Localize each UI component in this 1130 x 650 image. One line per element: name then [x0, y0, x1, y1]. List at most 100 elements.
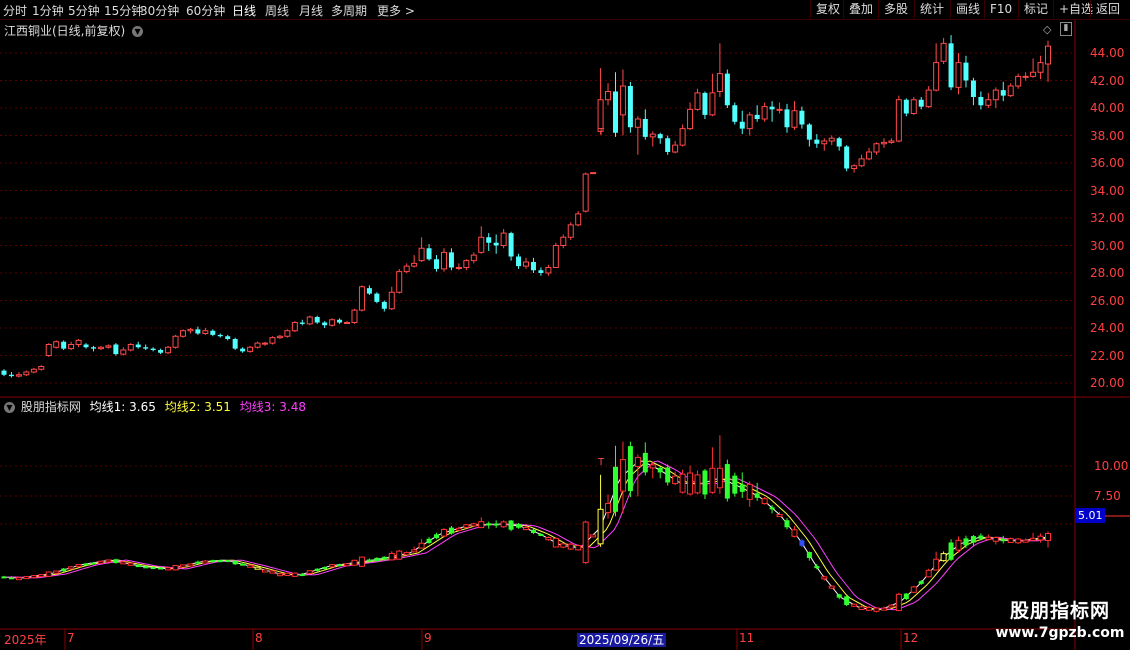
candle-body	[381, 301, 387, 309]
candle-body	[388, 291, 395, 310]
indicator-bar	[627, 446, 633, 492]
chevron-down-icon[interactable]: ▼	[132, 26, 144, 37]
candle-body	[314, 317, 320, 323]
candle-body	[150, 348, 156, 350]
candle-body	[374, 293, 380, 302]
period-tab-6[interactable]: 日线	[232, 2, 256, 19]
candle-body	[784, 109, 790, 128]
candle-body	[500, 232, 507, 246]
indicator-bar	[120, 561, 127, 565]
indicator-bar	[202, 560, 209, 564]
candle-body	[411, 262, 418, 267]
candle-body	[217, 334, 223, 337]
indicator-bar	[918, 581, 924, 584]
period-tab-4[interactable]: 30分钟	[140, 2, 179, 19]
candle-body	[240, 348, 246, 352]
candle-body	[724, 73, 730, 106]
indicator-tick-1: 7.50	[1094, 489, 1121, 503]
toolbar-action-3[interactable]: 统计	[914, 0, 949, 19]
indicator-bar	[105, 559, 112, 563]
indicator-bar	[925, 569, 932, 578]
candle-body	[523, 261, 529, 267]
candle-body	[403, 265, 410, 273]
indicator-bar	[821, 576, 828, 580]
indicator-bar	[381, 556, 387, 560]
period-tab-3[interactable]: 15分钟	[104, 2, 143, 19]
price-tick-4: 36.00	[1090, 156, 1125, 170]
toolbar-action-0[interactable]: 复权	[810, 0, 845, 19]
candle-body	[880, 141, 887, 145]
indicator-bar	[314, 568, 320, 571]
candle-body	[434, 259, 440, 269]
candle-body	[247, 346, 254, 352]
candle-body	[754, 114, 760, 119]
candle-body	[1030, 71, 1037, 77]
candle-body	[105, 345, 112, 348]
indicator-bar	[910, 586, 917, 593]
price-tick-1: 42.00	[1090, 73, 1125, 88]
indicator-bar	[791, 529, 798, 537]
indicator-bar	[127, 562, 134, 566]
indicator-bar	[724, 464, 730, 499]
indicator-bar	[1, 576, 7, 579]
toolbar-action-2[interactable]: 多股	[878, 0, 913, 19]
indicator-bar	[776, 514, 783, 518]
price-tick-11: 22.00	[1090, 348, 1125, 363]
candle-body	[23, 371, 30, 376]
indicator-bar	[68, 566, 75, 570]
indicator-bar	[187, 563, 194, 567]
indicator-bar	[851, 603, 858, 607]
candle-body	[143, 347, 149, 349]
indicator-bar	[61, 568, 67, 572]
indicator-bar	[828, 585, 835, 589]
candle-body	[448, 252, 454, 268]
candle-body	[955, 62, 962, 88]
indicator-bar	[634, 456, 641, 467]
period-tab-8[interactable]: 月线	[299, 2, 323, 19]
candle-body	[866, 151, 873, 160]
settings-circle-icon[interactable]: ▼	[4, 402, 15, 413]
period-tab-7[interactable]: 周线	[265, 2, 289, 19]
toolbar-action-6[interactable]: 标记	[1018, 0, 1053, 19]
period-tab-5[interactable]: 60分钟	[186, 2, 225, 19]
price-tick-3: 38.00	[1090, 128, 1125, 143]
watermark: 股朋指标网 www.7gpzb.com	[990, 596, 1130, 650]
candle-body	[910, 99, 917, 114]
period-tab-2[interactable]: 5分钟	[68, 2, 100, 19]
toolbar-action-5[interactable]: F10	[984, 0, 1017, 19]
panel-toggle-icon[interactable]: ▮	[1060, 22, 1072, 36]
candle-body	[545, 267, 552, 274]
period-tab-1[interactable]: 1分钟	[32, 2, 64, 19]
indicator-bar	[761, 498, 768, 505]
indicator-bar	[702, 470, 708, 495]
toolbar-action-8[interactable]: 返回	[1090, 0, 1125, 19]
candle-body	[634, 118, 641, 128]
indicator-bar	[567, 543, 574, 550]
indicator-bar	[97, 560, 104, 564]
period-tab-9[interactable]: 多周期	[331, 2, 367, 19]
indicator-bar	[254, 566, 261, 570]
indicator-bar	[500, 521, 507, 528]
chart-area[interactable]: TT	[0, 20, 1130, 650]
toolbar-action-4[interactable]: 画线	[950, 0, 985, 19]
candle-body	[53, 341, 60, 348]
candle-body	[992, 89, 999, 101]
indicator-bar	[38, 574, 45, 578]
period-tab-10[interactable]: 更多 >	[377, 2, 415, 19]
indicator-bar	[538, 533, 544, 536]
diamond-icon[interactable]: ◇	[1043, 23, 1051, 36]
indicator-bar	[374, 557, 380, 562]
candle-body	[210, 330, 216, 335]
indicator-bar	[754, 493, 760, 498]
price-tick-5: 34.00	[1090, 183, 1125, 198]
indicator-bar	[739, 484, 745, 492]
candle-body	[1022, 75, 1029, 78]
candle-body	[470, 254, 477, 262]
candle-body	[418, 247, 425, 262]
toolbar-action-1[interactable]: 叠加	[843, 0, 878, 19]
candle-body	[158, 350, 164, 353]
candle-body	[306, 316, 313, 325]
indicator-bar	[53, 570, 60, 574]
indicator-bar	[992, 536, 999, 542]
period-tab-0[interactable]: 分时	[3, 2, 27, 19]
